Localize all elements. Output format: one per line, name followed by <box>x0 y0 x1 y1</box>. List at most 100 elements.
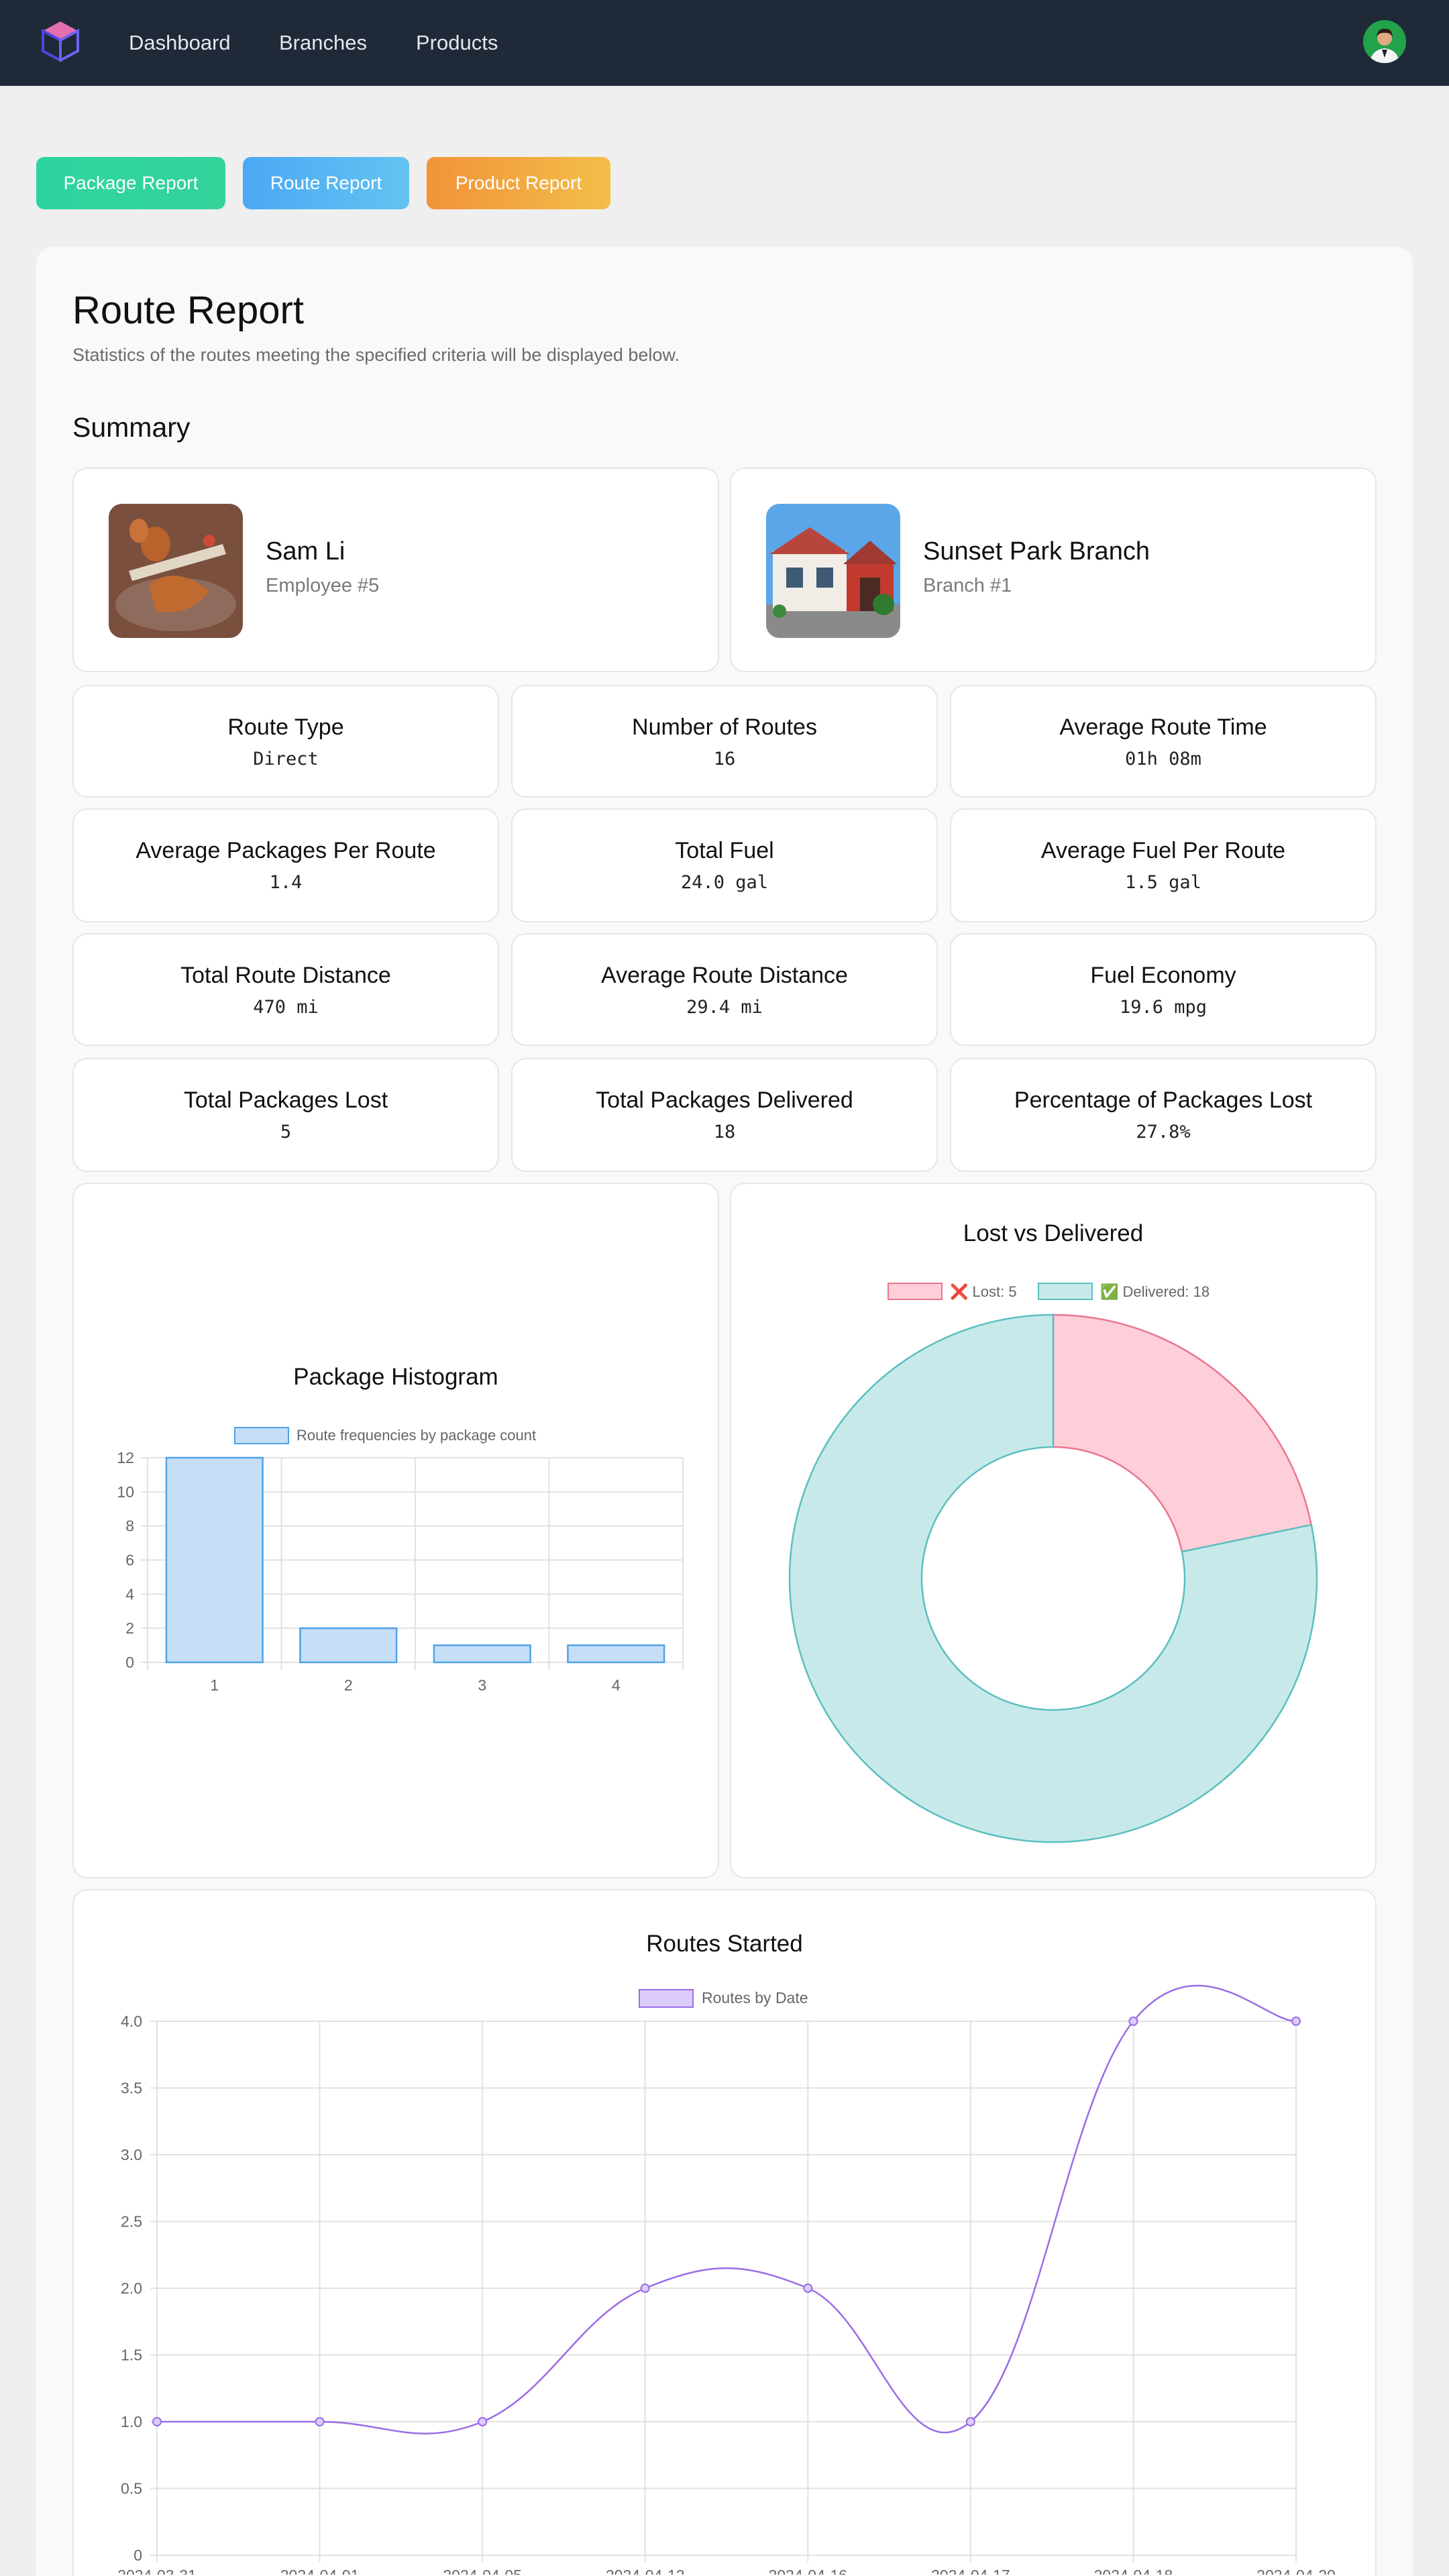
x-tick-label: 1 <box>210 1676 219 1694</box>
nav-dashboard[interactable]: Dashboard <box>129 30 231 56</box>
data-point <box>1128 2017 1138 2026</box>
x-tick-label: 2 <box>344 1676 353 1694</box>
y-tick-label: 10 <box>117 1483 134 1501</box>
y-tick-label: 2.0 <box>121 2279 142 2297</box>
bar <box>567 1644 665 1664</box>
data-point <box>152 2417 162 2426</box>
nav-branches[interactable]: Branches <box>279 30 367 56</box>
employee-name: Sam Li <box>266 537 345 566</box>
line-chart: Routes by Date 0 0.5 1.0 1.5 2.0 2.5 3.0 3.5 4.0 2… <box>117 1984 1336 2575</box>
product-report-button[interactable]: Product Report <box>427 157 610 209</box>
y-tick-label: 0 <box>133 2546 142 2564</box>
y-tick-label: 4 <box>125 1585 134 1603</box>
y-tick-label: 0 <box>125 1654 134 1671</box>
x-tick-label: 2024-04-18 <box>1094 2567 1173 2575</box>
bar <box>165 1456 264 1664</box>
legend-label: Routes by Date <box>702 1989 808 2006</box>
stat-fuel-economy: Fuel Economy 19.6 mpg <box>950 933 1377 1046</box>
stat-value: 24.0 gal <box>680 872 769 893</box>
stat-total-packages-lost: Total Packages Lost 5 <box>72 1058 499 1172</box>
stat-value: 19.6 mpg <box>1119 997 1208 1018</box>
stat-value: 1.4 <box>269 872 303 893</box>
stat-route-type: Route Type Direct <box>72 685 499 798</box>
data-point <box>803 2284 813 2293</box>
stat-label: Number of Routes <box>632 714 817 740</box>
x-tick-label: 3 <box>478 1676 486 1694</box>
legend-label: Route frequencies by package count <box>297 1427 536 1444</box>
stat-value: 18 <box>713 1122 736 1142</box>
stat-average-route-time: Average Route Time 01h 08m <box>950 685 1377 798</box>
data-point <box>640 2284 650 2293</box>
series-line <box>156 1984 1297 2434</box>
x-tick-label: 2024-03-31 <box>117 2567 197 2575</box>
x-tick-label: 2024-04-20 <box>1256 2567 1336 2575</box>
x-tick-label: 2024-04-16 <box>768 2567 847 2575</box>
y-tick-label: 8 <box>125 1517 134 1535</box>
package-histogram-card: Package Histogram Route frequencies by p… <box>72 1183 719 1878</box>
stat-label: Average Packages Per Route <box>136 838 436 863</box>
bar-chart: Route frequencies by package count 0 2 4 6 8 1… <box>117 1427 684 1694</box>
stat-label: Total Fuel <box>675 838 774 863</box>
stat-value: 1.5 gal <box>1125 872 1201 893</box>
employee-id: Employee #5 <box>266 575 380 596</box>
top-navbar: Dashboard Branches Products <box>0 0 1449 86</box>
bar <box>433 1644 531 1664</box>
y-tick-label: 1.5 <box>121 2347 142 2364</box>
legend-swatch <box>234 1427 289 1444</box>
legend-label: ✅ Delivered: 18 <box>1100 1283 1210 1300</box>
stat-label: Total Packages Delivered <box>596 1087 853 1113</box>
legend-label: ❌ Lost: 5 <box>950 1283 1017 1301</box>
stat-label: Route Type <box>227 714 344 740</box>
summary-heading: Summary <box>72 412 191 443</box>
y-tick-label: 2.5 <box>121 2213 142 2231</box>
stat-average-route-distance: Average Route Distance 29.4 mi <box>511 933 938 1046</box>
pie-slice <box>1052 1313 1313 1553</box>
y-tick-label: 1.0 <box>121 2413 142 2430</box>
data-point <box>965 2417 975 2426</box>
y-tick-label: 6 <box>125 1552 134 1569</box>
stat-value: 5 <box>280 1122 292 1142</box>
branch-name: Sunset Park Branch <box>923 537 1150 566</box>
branch-card: Sunset Park Branch Branch #1 <box>730 468 1377 672</box>
data-point <box>315 2417 325 2426</box>
stat-number-of-routes: Number of Routes 16 <box>511 685 938 798</box>
stat-label: Fuel Economy <box>1090 963 1236 988</box>
branch-id: Branch #1 <box>923 575 1012 596</box>
stat-label: Average Fuel Per Route <box>1040 838 1286 863</box>
routes-started-card: Routes Started Routes by Date 0 0.5 1.0 1.5 2… <box>72 1889 1377 2576</box>
stat-value: 27.8% <box>1136 1122 1191 1142</box>
stat-total-route-distance: Total Route Distance 470 mi <box>72 933 499 1046</box>
x-tick-label: 2024-04-17 <box>931 2567 1010 2575</box>
data-point <box>1291 2017 1301 2026</box>
package-report-button[interactable]: Package Report <box>36 157 225 209</box>
legend-swatch <box>1038 1283 1093 1300</box>
stat-average-fuel-per-route: Average Fuel Per Route 1.5 gal <box>950 808 1377 922</box>
stat-total-packages-delivered: Total Packages Delivered 18 <box>511 1058 938 1172</box>
stat-label: Average Route Time <box>1059 714 1267 740</box>
page-title: Route Report <box>72 288 304 332</box>
stat-label: Average Route Distance <box>601 963 848 988</box>
app-logo-icon[interactable] <box>42 20 79 62</box>
legend-swatch <box>888 1283 943 1300</box>
route-report-button[interactable]: Route Report <box>243 157 409 209</box>
employee-card: Sam Li Employee #5 <box>72 468 719 672</box>
user-avatar[interactable] <box>1363 20 1406 63</box>
bar <box>299 1627 398 1664</box>
stat-value: 29.4 mi <box>686 997 763 1018</box>
data-point <box>478 2417 488 2426</box>
stat-total-fuel: Total Fuel 24.0 gal <box>511 808 938 922</box>
stat-value: 470 mi <box>253 997 319 1018</box>
lost-vs-delivered-card: Lost vs Delivered ❌ Lost: 5 ✅ Delivered: … <box>730 1183 1377 1878</box>
y-tick-label: 0.5 <box>121 2480 142 2498</box>
x-tick-label: 2024-04-12 <box>606 2567 685 2575</box>
branch-photo <box>766 504 900 638</box>
x-tick-label: 2024-04-01 <box>280 2567 360 2575</box>
stat-label: Total Route Distance <box>180 963 391 988</box>
stat-value: 16 <box>713 749 736 769</box>
y-tick-label: 3.5 <box>121 2080 142 2097</box>
stat-label: Total Packages Lost <box>183 1087 388 1113</box>
x-tick-label: 4 <box>612 1676 621 1694</box>
page-subtitle: Statistics of the routes meeting the spe… <box>72 345 680 365</box>
nav-products[interactable]: Products <box>416 30 498 56</box>
employee-photo <box>109 504 243 638</box>
